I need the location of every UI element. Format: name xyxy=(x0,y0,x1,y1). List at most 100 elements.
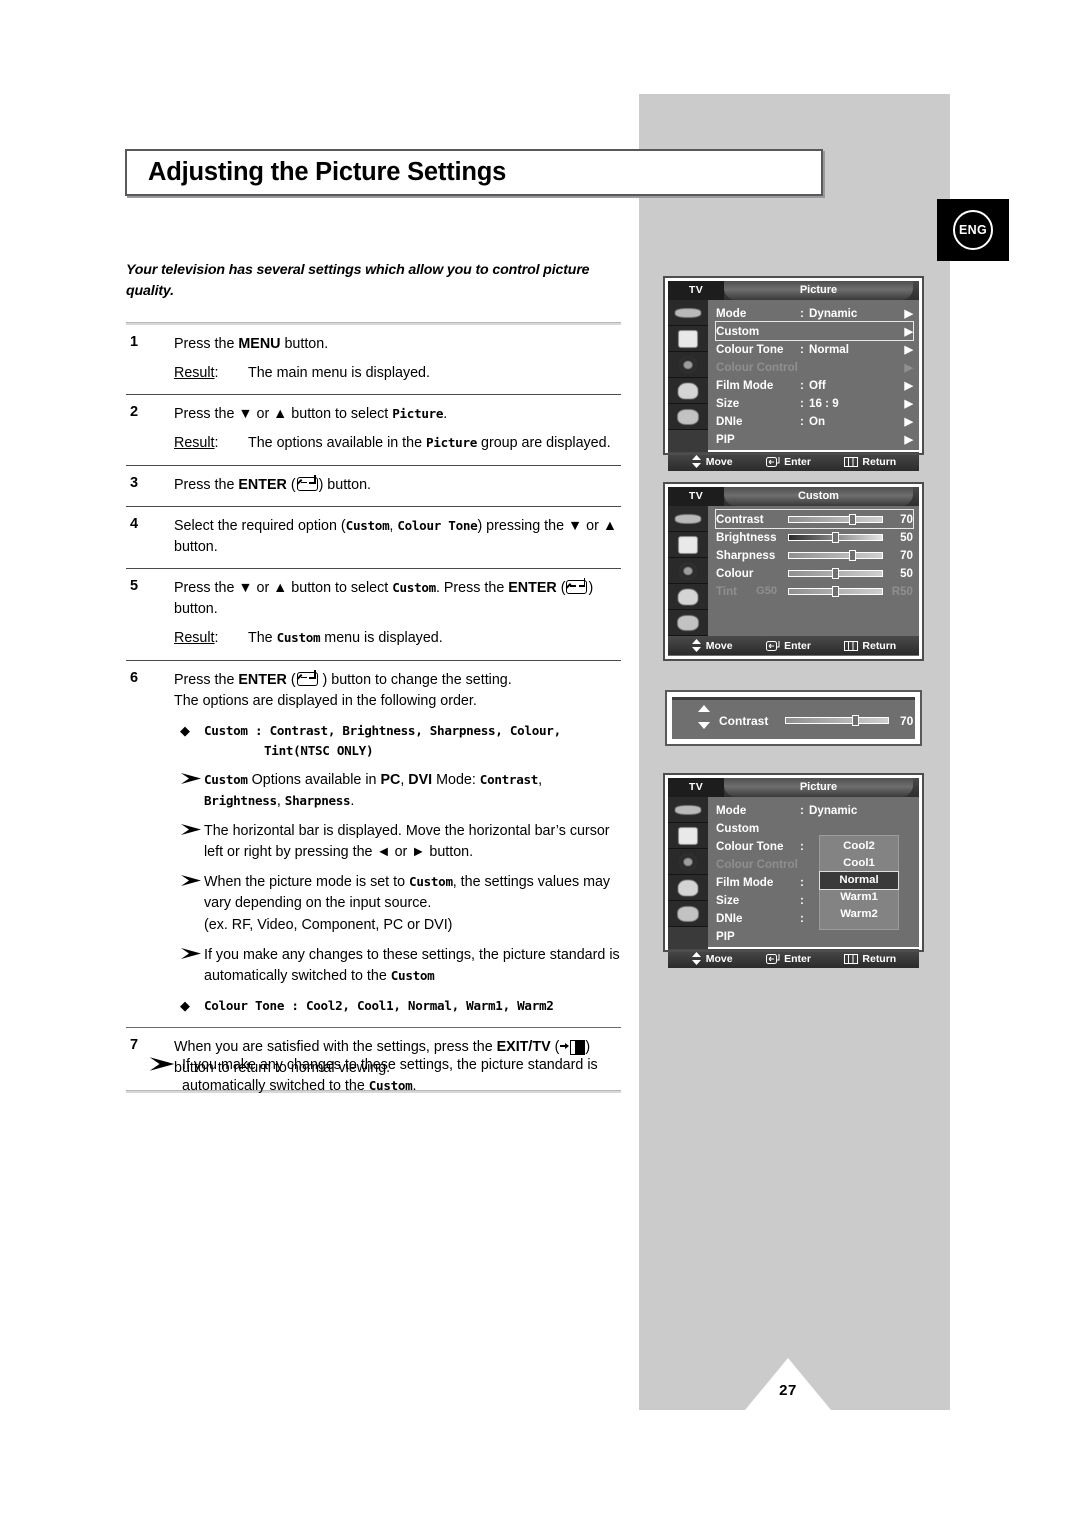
osd-row-film-mode[interactable]: Film Mode : Off ▶ xyxy=(716,376,913,394)
pc-label: PC xyxy=(380,771,401,788)
footer-return[interactable]: Return xyxy=(844,640,896,652)
sidebar-icon-picture[interactable] xyxy=(668,532,708,558)
osd-slider-colour[interactable]: Colour 50 xyxy=(716,564,913,582)
up-down-arrows[interactable] xyxy=(696,705,712,729)
final-note-text: If you make any changes to these setting… xyxy=(182,1057,598,1095)
footer-return[interactable]: Return xyxy=(844,456,896,468)
page-title-box: Adjusting the Picture Settings xyxy=(125,149,823,196)
osd-body: Contrast 70 Brightness 50 Sharpness 70 C… xyxy=(668,506,919,636)
arrow-down-icon[interactable] xyxy=(698,722,710,729)
slider-track[interactable] xyxy=(788,531,883,543)
step-body: Press the ENTER ( ) button to change the… xyxy=(174,669,621,1018)
osd-row-mode[interactable]: Mode : Dynamic xyxy=(716,801,913,819)
osd-icon-sidebar xyxy=(668,300,708,452)
row-colon: : xyxy=(800,839,804,853)
row-value: Off xyxy=(809,378,826,392)
slider-track[interactable] xyxy=(788,513,883,525)
slider-track[interactable] xyxy=(788,549,883,561)
result-text: The options available in the Picture gro… xyxy=(248,435,611,452)
dropdown-item-cool2[interactable]: Cool2 xyxy=(820,838,898,855)
sidebar-icon-setup[interactable] xyxy=(668,404,708,430)
dropdown-item-warm2[interactable]: Warm2 xyxy=(820,906,898,923)
osd-menu-rows: Mode : Dynamic ▶ Custom ▶ Colour Tone : … xyxy=(708,300,919,452)
bullet-item: ◆ Colour Tone : Cool2, Cool1, Normal, Wa… xyxy=(174,996,621,1017)
row-value: 16 : 9 xyxy=(809,396,839,410)
arrow-up-icon[interactable] xyxy=(698,705,710,712)
step-subtext: The options are displayed in the followi… xyxy=(174,692,477,709)
menu-bars-icon xyxy=(844,953,859,964)
enter-key-icon xyxy=(566,578,588,595)
row-value: On xyxy=(809,414,826,428)
arrow-bullet-icon xyxy=(174,872,204,935)
row-label: Film Mode xyxy=(716,875,774,889)
diamond-bullet-icon: ◆ xyxy=(180,998,190,1014)
sidebar-icon-sound[interactable] xyxy=(668,849,708,875)
step-text: When you are satisfied with the settings… xyxy=(174,1039,497,1056)
enter-button-label: ENTER xyxy=(238,476,287,493)
slider-track[interactable] xyxy=(788,585,883,597)
footer-enter[interactable]: Enter xyxy=(766,456,811,468)
sidebar-icon-channel[interactable] xyxy=(668,378,708,404)
osd-row-pip[interactable]: PIP ▶ xyxy=(716,430,913,448)
sidebar-icon-channel[interactable] xyxy=(668,875,708,901)
dropdown-item-warm1[interactable]: Warm1 xyxy=(820,889,898,906)
osd-row-colour-tone[interactable]: Colour Tone : Normal ▶ xyxy=(716,340,913,358)
exit-tv-key-icon xyxy=(560,1040,586,1056)
colour-tone-dropdown[interactable]: Cool2 Cool1 Normal Warm1 Warm2 xyxy=(819,835,899,930)
sidebar-icon-sound[interactable] xyxy=(668,558,708,584)
sidebar-icon-sound[interactable] xyxy=(668,352,708,378)
dropdown-item-cool1[interactable]: Cool1 xyxy=(820,855,898,872)
brightness-keyword: Brightness xyxy=(204,792,277,808)
osd-colour-tone-menu[interactable]: TV Picture Mode : Dynamic Custom Colour … xyxy=(663,773,924,968)
tint-left-label: G50 xyxy=(756,585,778,597)
osd-custom-menu[interactable]: TV Custom Contrast 70 Brightness 50 Shar… xyxy=(663,482,924,661)
osd-row-custom[interactable]: Custom ▶ xyxy=(715,321,914,341)
footer-move[interactable]: Move xyxy=(691,455,733,468)
osd-slider-sharpness[interactable]: Sharpness 70 xyxy=(716,546,913,564)
contrast-slider-track[interactable] xyxy=(785,715,889,726)
custom-options-list-2: Tint(NTSC ONLY) xyxy=(264,743,374,759)
osd-picture-menu[interactable]: TV Picture Mode : Dynamic ▶ Custom ▶ Col… xyxy=(663,276,924,471)
sidebar-icon-input[interactable] xyxy=(668,300,708,326)
footer-move[interactable]: Move xyxy=(691,639,733,652)
menu-bars-icon xyxy=(844,640,859,651)
chevron-right-icon: ▶ xyxy=(904,379,913,392)
dropdown-item-normal[interactable]: Normal xyxy=(819,871,899,890)
slider-track[interactable] xyxy=(788,567,883,579)
sidebar-icon-picture[interactable] xyxy=(668,823,708,849)
colour-tone-options-list: Cool2, Cool1, Normal, Warm1, Warm2 xyxy=(305,998,554,1014)
step-body: Press the ENTER () button. xyxy=(174,474,621,496)
row-value: Dynamic xyxy=(809,306,858,320)
osd-row-size[interactable]: Size : 16 : 9 ▶ xyxy=(716,394,913,412)
footer-enter[interactable]: Enter xyxy=(766,953,811,965)
osd-slider-contrast[interactable]: Contrast 70 xyxy=(715,509,914,529)
footer-move[interactable]: Move xyxy=(691,952,733,965)
sidebar-icon-input[interactable] xyxy=(668,506,708,532)
step-text: ( xyxy=(550,1039,560,1056)
sidebar-icon-setup[interactable] xyxy=(668,901,708,927)
osd-slider-brightness[interactable]: Brightness 50 xyxy=(716,528,913,546)
step-body: Press the ▼ or ▲ button to select Custom… xyxy=(174,578,621,649)
result-text: The Custom menu is displayed. xyxy=(248,630,443,647)
custom-keyword: Custom xyxy=(276,630,321,646)
sidebar-icon-picture[interactable] xyxy=(668,326,708,352)
osd-row-dnie[interactable]: DNIe : On ▶ xyxy=(716,412,913,430)
osd-contrast-bar[interactable]: Contrast 70 xyxy=(665,690,922,746)
up-down-arrow-icon xyxy=(691,952,701,965)
row-label: Size xyxy=(716,396,740,410)
row-colon: : xyxy=(800,306,804,320)
sidebar-icon-setup[interactable] xyxy=(668,610,708,636)
bullet-text: The horizontal bar is displayed. Move th… xyxy=(204,822,610,861)
contrast-keyword: Contrast xyxy=(479,771,539,787)
arrow-bullet-icon xyxy=(174,821,204,863)
sidebar-icon-input[interactable] xyxy=(668,797,708,823)
sidebar-icon-channel[interactable] xyxy=(668,584,708,610)
osd-source-label: TV xyxy=(668,281,724,300)
row-colon: : xyxy=(800,414,804,428)
final-note: If you make any changes to these setting… xyxy=(126,1055,621,1098)
footer-return[interactable]: Return xyxy=(844,953,896,965)
dvi-label: DVI xyxy=(408,771,433,788)
footer-enter[interactable]: Enter xyxy=(766,640,811,652)
chevron-right-icon: ▶ xyxy=(904,361,913,374)
osd-row-mode[interactable]: Mode : Dynamic ▶ xyxy=(716,304,913,322)
